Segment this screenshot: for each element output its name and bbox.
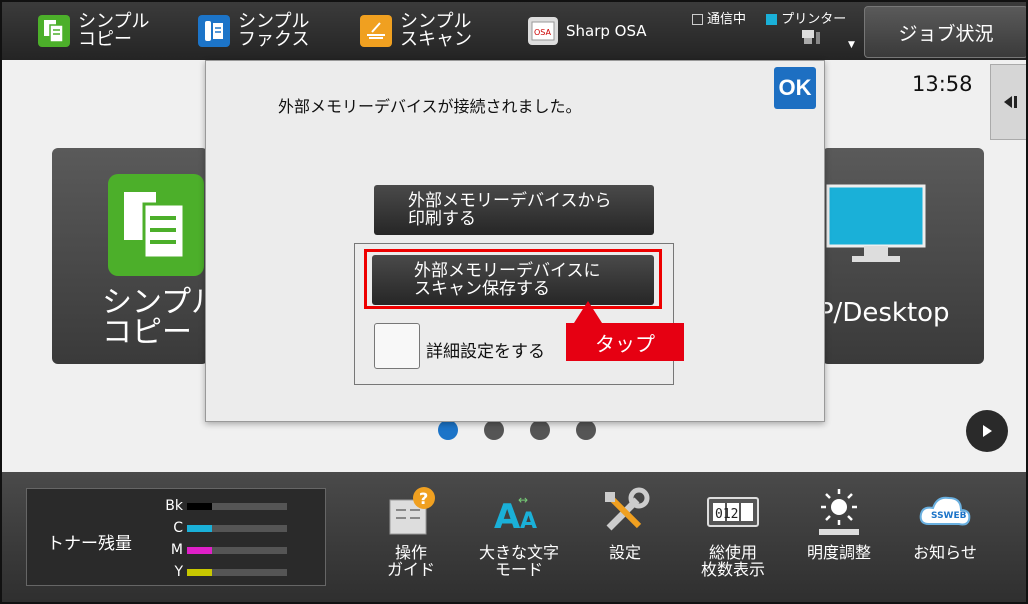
next-page-button[interactable]	[966, 410, 1008, 452]
toner-row-bk: Bk	[163, 497, 287, 515]
printer-device-icon	[800, 28, 822, 50]
scan-icon	[360, 15, 392, 47]
print-from-memory-button[interactable]: 外部メモリーデバイスから 印刷する	[374, 185, 654, 235]
toner-title: トナー残量	[47, 534, 132, 554]
toner-gauge	[187, 568, 287, 576]
tap-callout: タップ	[566, 323, 684, 361]
page-dot[interactable]	[576, 420, 596, 440]
toner-fill	[187, 502, 212, 510]
toner-label: M	[170, 542, 183, 558]
status-area: 通信中 プリンター ▼	[692, 8, 855, 50]
dropdown-arrow-icon[interactable]: ▼	[848, 40, 855, 50]
guide-icon: ?	[356, 484, 466, 540]
bottom-bar: トナー残量 Bk C M Y ? 操作 ガイド A A ↔ 大きな文字 モード …	[2, 472, 1026, 602]
dialog-message: 外部メモリーデバイスが接続されました。	[278, 97, 582, 116]
highlight-box	[364, 249, 662, 309]
toner-label: Bk	[165, 498, 183, 514]
toner-gauge	[187, 502, 287, 510]
page-dot[interactable]	[438, 420, 458, 440]
osa-icon: OSA	[528, 17, 558, 45]
svg-text:?: ?	[419, 489, 428, 508]
settings-button[interactable]: 設定	[570, 484, 680, 561]
play-arrow-icon	[983, 425, 992, 437]
operation-guide-button[interactable]: ? 操作 ガイド	[356, 484, 466, 578]
side-panel-arrow-icon	[1003, 96, 1017, 108]
tile-copy-icon	[108, 174, 204, 276]
brightness-icon	[784, 484, 894, 540]
toner-row-c: C	[163, 519, 287, 537]
fax-icon	[198, 15, 230, 47]
tap-callout-arrow	[574, 301, 602, 323]
sharp-osa-shortcut[interactable]: OSA Sharp OSA	[528, 10, 647, 52]
svg-text:OSA: OSA	[534, 28, 552, 37]
simple-fax-shortcut[interactable]: シンプル ファクス	[198, 10, 309, 52]
detail-settings-label: 詳細設定をする	[426, 342, 545, 362]
clock: 13:58	[912, 72, 973, 96]
simple-scan-label: シンプル スキャン	[400, 11, 472, 50]
svg-text:↔: ↔	[518, 493, 528, 507]
monitor-icon	[826, 184, 926, 270]
toner-fill	[187, 546, 212, 554]
counter-digit-0: 012	[715, 507, 738, 522]
printer-status-label: プリンター	[781, 12, 847, 27]
settings-label: 設定	[608, 543, 641, 562]
job-status-button[interactable]: ジョブ状況	[864, 6, 1026, 58]
printer-status-indicator	[766, 14, 778, 25]
simple-copy-label: シンプル コピー	[78, 11, 150, 50]
toner-fill	[187, 524, 212, 532]
large-text-icon: A A ↔	[464, 484, 574, 540]
simple-scan-shortcut[interactable]: シンプル スキャン	[360, 10, 472, 52]
scan-to-desktop-tile[interactable]: TP/Desktop	[802, 148, 984, 364]
brightness-label: 明度調整	[806, 543, 871, 562]
toner-panel: トナー残量 Bk C M Y	[26, 488, 326, 586]
copy-icon	[38, 15, 70, 47]
page-dot[interactable]	[484, 420, 504, 440]
page-dot[interactable]	[530, 420, 550, 440]
simple-fax-label: シンプル ファクス	[238, 11, 310, 50]
toner-row-m: M	[163, 541, 287, 559]
large-text-mode-label: 大きな文字 モード	[478, 543, 559, 579]
toner-gauge	[187, 546, 287, 554]
comm-status-indicator	[692, 14, 703, 25]
detail-settings-checkbox[interactable]	[374, 323, 420, 369]
large-text-mode-button[interactable]: A A ↔ 大きな文字 モード	[464, 484, 574, 578]
toner-gauge	[187, 524, 287, 532]
page-indicator	[438, 420, 596, 440]
toner-row-y: Y	[163, 563, 287, 581]
operation-guide-label: 操作 ガイド	[386, 543, 435, 579]
settings-icon	[570, 484, 680, 540]
brightness-button[interactable]: 明度調整	[784, 484, 894, 561]
notice-icon: SSWEB	[890, 484, 1000, 540]
notice-badge-text: SSWEB	[931, 511, 967, 521]
notice-button[interactable]: SSWEB お知らせ	[890, 484, 1000, 561]
sharp-osa-label: Sharp OSA	[566, 22, 647, 40]
ok-button[interactable]: OK	[774, 67, 816, 109]
svg-text:A: A	[494, 497, 521, 534]
toner-label: C	[173, 520, 183, 536]
toner-fill	[187, 568, 212, 576]
simple-copy-tile[interactable]: シンプル コピー	[52, 148, 221, 364]
top-bar: シンプル コピー シンプル ファクス シンプル スキャン OSA Sharp O…	[2, 2, 1026, 60]
comm-status-label: 通信中	[707, 12, 747, 27]
side-panel-tab[interactable]	[990, 64, 1026, 140]
simple-copy-shortcut[interactable]: シンプル コピー	[38, 10, 149, 52]
total-count-button[interactable]: 012 総使用 枚数表示	[678, 484, 788, 578]
svg-text:A: A	[520, 509, 537, 534]
memory-device-dialog: 外部メモリーデバイスが接続されました。 OK 外部メモリーデバイスから 印刷する…	[205, 60, 825, 422]
screen-frame: シンプル コピー シンプル ファクス シンプル スキャン OSA Sharp O…	[0, 0, 1028, 604]
total-count-label: 総使用 枚数表示	[700, 543, 765, 579]
notice-label: お知らせ	[913, 543, 977, 562]
toner-label: Y	[174, 564, 183, 580]
counter-icon: 012	[678, 484, 788, 540]
